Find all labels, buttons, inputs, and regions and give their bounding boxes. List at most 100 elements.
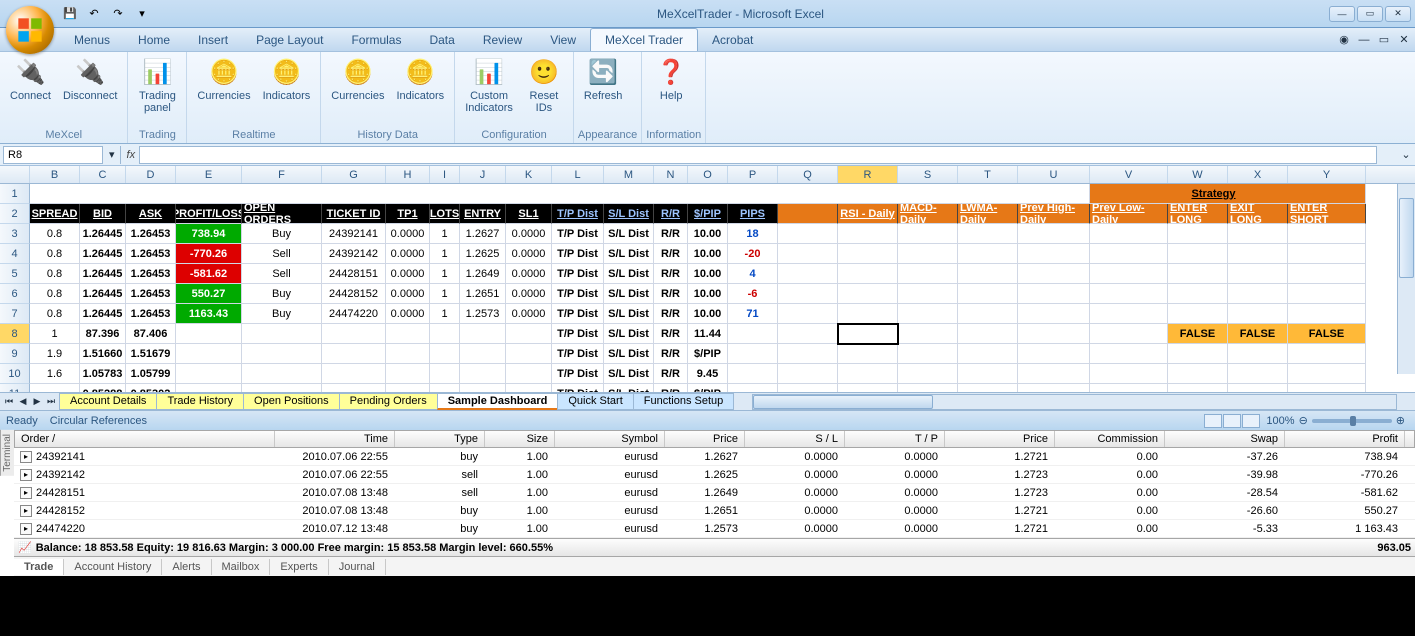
mt-tab-experts[interactable]: Experts [270, 559, 328, 575]
cell-D3[interactable]: 1.26453 [126, 224, 176, 244]
sheet-nav-prev-icon[interactable]: ◀ [16, 396, 30, 407]
cell-H6[interactable]: 0.0000 [386, 284, 430, 304]
cell-R9[interactable] [838, 344, 898, 364]
cell-R11[interactable] [838, 384, 898, 392]
cell-B6[interactable]: 0.8 [30, 284, 80, 304]
cell-R6[interactable] [838, 284, 898, 304]
cell-M4[interactable]: S/L Dist [604, 244, 654, 264]
cell-L4[interactable]: T/P Dist [552, 244, 604, 264]
header-spread[interactable]: SPREAD [30, 204, 80, 224]
header-profit-loss[interactable]: PROFIT/LOSS [176, 204, 242, 224]
cell-R10[interactable] [838, 364, 898, 384]
cell-I9[interactable] [430, 344, 460, 364]
zoom-in-icon[interactable]: ⊕ [1396, 414, 1405, 427]
cell-L10[interactable]: T/P Dist [552, 364, 604, 384]
mt-tab-trade[interactable]: Trade [14, 559, 64, 575]
menu-page-layout[interactable]: Page Layout [242, 29, 337, 51]
cell-M10[interactable]: S/L Dist [604, 364, 654, 384]
cell-L9[interactable]: T/P Dist [552, 344, 604, 364]
cell-C8[interactable]: 87.396 [80, 324, 126, 344]
col-header-F[interactable]: F [242, 166, 322, 183]
sheet-tab-trade-history[interactable]: Trade History [156, 393, 244, 410]
cell-L3[interactable]: T/P Dist [552, 224, 604, 244]
col-header-J[interactable]: J [460, 166, 506, 183]
cell-M8[interactable]: S/L Dist [604, 324, 654, 344]
cell-T10[interactable] [958, 364, 1018, 384]
cell-Y3[interactable] [1288, 224, 1366, 244]
mt-header-type[interactable]: Type [395, 431, 485, 447]
menu-review[interactable]: Review [469, 29, 536, 51]
sheet-nav-last-icon[interactable]: ⏭ [44, 396, 58, 407]
cell-C10[interactable]: 1.05783 [80, 364, 126, 384]
cell-D6[interactable]: 1.26453 [126, 284, 176, 304]
cell-O5[interactable]: 10.00 [688, 264, 728, 284]
col-header-Y[interactable]: Y [1288, 166, 1366, 183]
cell-X10[interactable] [1228, 364, 1288, 384]
cell-Q6[interactable] [778, 284, 838, 304]
cell-I3[interactable]: 1 [430, 224, 460, 244]
mt-header-symbol[interactable]: Symbol [555, 431, 665, 447]
qat-dropdown-icon[interactable]: ▾ [132, 4, 152, 24]
fx-icon[interactable]: fx [123, 149, 140, 161]
cell-G10[interactable] [322, 364, 386, 384]
cell-Y11[interactable] [1288, 384, 1366, 392]
undo-icon[interactable]: ↶ [84, 4, 104, 24]
cell-B4[interactable]: 0.8 [30, 244, 80, 264]
cell-E9[interactable] [176, 344, 242, 364]
cell-T4[interactable] [958, 244, 1018, 264]
cell-B5[interactable]: 0.8 [30, 264, 80, 284]
col-header-G[interactable]: G [322, 166, 386, 183]
cell-V6[interactable] [1090, 284, 1168, 304]
menu-formulas[interactable]: Formulas [337, 29, 415, 51]
cell-M6[interactable]: S/L Dist [604, 284, 654, 304]
menu-data[interactable]: Data [415, 29, 468, 51]
cell-Y8[interactable]: FALSE [1288, 324, 1366, 344]
header-r-r[interactable]: R/R [654, 204, 688, 224]
cell-Y9[interactable] [1288, 344, 1366, 364]
cell-M9[interactable]: S/L Dist [604, 344, 654, 364]
cell-D9[interactable]: 1.51679 [126, 344, 176, 364]
cell-H8[interactable] [386, 324, 430, 344]
header-bid[interactable]: BID [80, 204, 126, 224]
vertical-scrollbar[interactable] [1397, 184, 1415, 374]
cell-Q5[interactable] [778, 264, 838, 284]
cell-N4[interactable]: R/R [654, 244, 688, 264]
mt-header-order-[interactable]: Order / [15, 431, 275, 447]
mt-header-swap[interactable]: Swap [1165, 431, 1285, 447]
cell-K9[interactable] [506, 344, 552, 364]
cell-W5[interactable] [1168, 264, 1228, 284]
cell-X11[interactable] [1228, 384, 1288, 392]
close-win-icon[interactable]: ✕ [1395, 32, 1413, 48]
menu-mexcel-trader[interactable]: MeXcel Trader [590, 28, 698, 51]
cell-Q3[interactable] [778, 224, 838, 244]
name-box-dropdown-icon[interactable]: ▾ [106, 148, 118, 161]
mt-order-row[interactable]: ▸244281512010.07.08 13:48sell1.00eurusd1… [14, 484, 1415, 502]
mt-header-s-l[interactable]: S / L [745, 431, 845, 447]
cell-H4[interactable]: 0.0000 [386, 244, 430, 264]
mt-order-row[interactable]: ▸243921422010.07.06 22:55sell1.00eurusd1… [14, 466, 1415, 484]
cell-D4[interactable]: 1.26453 [126, 244, 176, 264]
maximize-button[interactable]: ▭ [1357, 6, 1383, 22]
min-ribbon-icon[interactable]: — [1355, 32, 1373, 48]
ribbon-indicators-button[interactable]: 🪙Indicators [390, 54, 450, 128]
sheet-tab-account-details[interactable]: Account Details [59, 393, 157, 410]
cell-M11[interactable]: S/L Dist [604, 384, 654, 392]
zoom-level[interactable]: 100% [1266, 415, 1294, 427]
cell-F3[interactable]: Buy [242, 224, 322, 244]
col-header-corner[interactable] [0, 166, 30, 183]
cell-W6[interactable] [1168, 284, 1228, 304]
header-exit-long[interactable]: EXIT LONG [1228, 204, 1288, 224]
row-header-3[interactable]: 3 [0, 224, 30, 244]
cell-N9[interactable]: R/R [654, 344, 688, 364]
cell-B8[interactable]: 1 [30, 324, 80, 344]
cell-X9[interactable] [1228, 344, 1288, 364]
cell-W9[interactable] [1168, 344, 1228, 364]
cell-Q10[interactable] [778, 364, 838, 384]
cell-O8[interactable]: 11.44 [688, 324, 728, 344]
cell-U4[interactable] [1018, 244, 1090, 264]
cell-E8[interactable] [176, 324, 242, 344]
sheet-tab-sample-dashboard[interactable]: Sample Dashboard [437, 393, 559, 410]
cell-H3[interactable]: 0.0000 [386, 224, 430, 244]
cell-V10[interactable] [1090, 364, 1168, 384]
cell-R7[interactable] [838, 304, 898, 324]
